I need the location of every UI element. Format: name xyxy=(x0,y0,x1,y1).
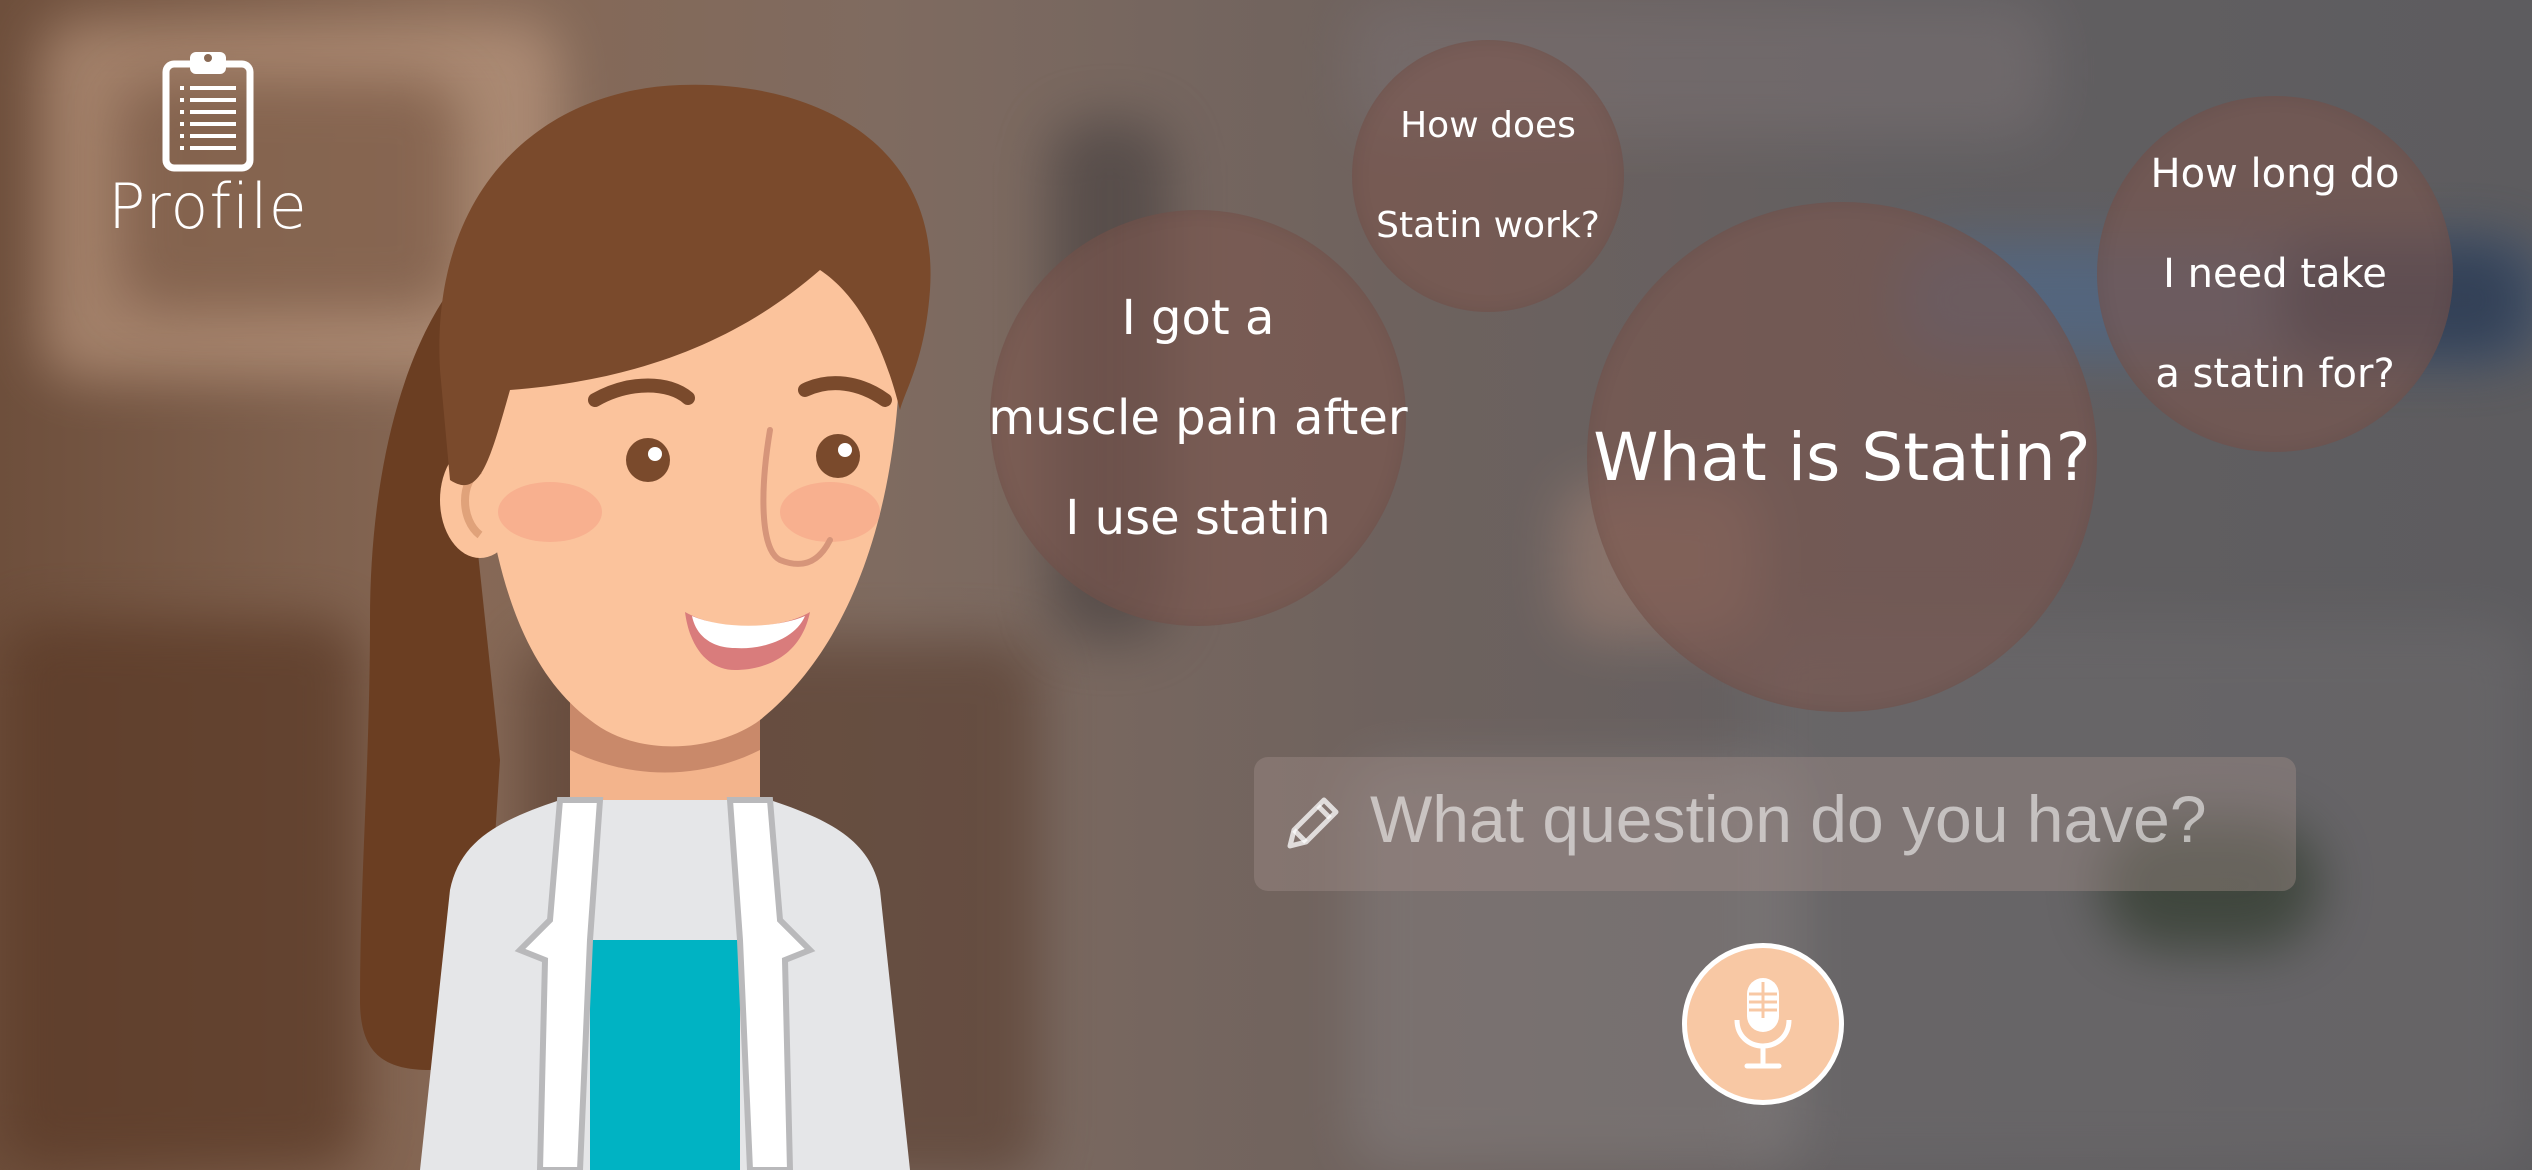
background-blur xyxy=(0,620,360,1170)
app-screen: Profile I got a muscle pain after I use … xyxy=(0,0,2532,1170)
question-text-line: I use statin xyxy=(1065,490,1331,546)
question-text-line: How does xyxy=(1400,105,1576,146)
profile-button[interactable]: Profile xyxy=(108,48,307,258)
question-bubble-what-is-statin[interactable]: What is Statin? xyxy=(1587,202,2097,712)
microphone-icon xyxy=(1734,978,1792,1069)
pencil-icon xyxy=(1287,797,1339,849)
question-text-line: I got a xyxy=(1121,290,1275,346)
question-text-line: I need take xyxy=(2163,251,2387,297)
clipboard-icon xyxy=(162,52,254,172)
question-text-line: Statin work? xyxy=(1376,205,1600,246)
doctor-avatar xyxy=(360,84,931,1170)
profile-label: Profile xyxy=(108,170,308,243)
question-input[interactable]: What question do you have? xyxy=(1254,757,2296,891)
question-bubble-muscle-pain[interactable]: I got a muscle pain after I use statin xyxy=(988,210,1408,626)
question-text-line: What is Statin? xyxy=(1593,418,2091,496)
question-text-line: a statin for? xyxy=(2155,351,2395,397)
question-text-line: muscle pain after xyxy=(988,390,1408,446)
microphone-button[interactable] xyxy=(1682,943,1844,1105)
question-placeholder: What question do you have? xyxy=(1370,782,2207,856)
question-bubble-how-statin-works[interactable]: How does Statin work? xyxy=(1352,40,1624,312)
question-text-line: How long do xyxy=(2150,151,2400,197)
question-bubble-how-long-statin[interactable]: How long do I need take a statin for? xyxy=(2097,96,2453,452)
